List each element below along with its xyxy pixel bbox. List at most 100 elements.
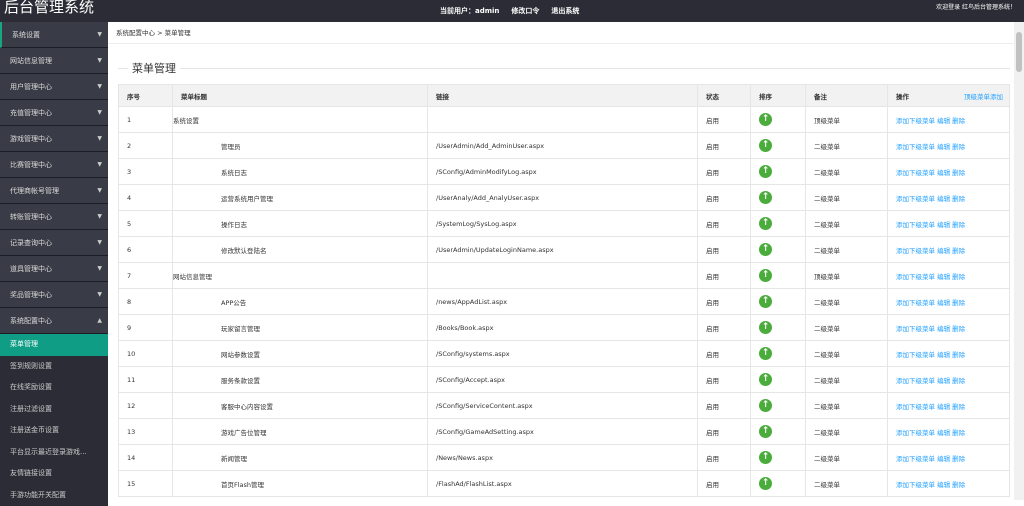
delete-link[interactable]: 删除 xyxy=(952,325,965,333)
add-child-link[interactable]: 添加下级菜单 xyxy=(896,143,935,151)
sidebar-item[interactable]: 系统设置▼ xyxy=(0,22,108,48)
sidebar-item[interactable]: 记录查询中心▼ xyxy=(0,230,108,256)
sidebar-subitem[interactable]: 在线奖励设置 xyxy=(0,377,108,399)
edit-link[interactable]: 编辑 xyxy=(937,455,950,463)
delete-link[interactable]: 删除 xyxy=(952,351,965,359)
delete-link[interactable]: 删除 xyxy=(952,117,965,125)
sidebar-subitem[interactable]: 友情链接设置 xyxy=(0,463,108,485)
delete-link[interactable]: 删除 xyxy=(952,195,965,203)
delete-link[interactable]: 删除 xyxy=(952,247,965,255)
row-no: 9 xyxy=(119,315,173,341)
edit-link[interactable]: 编辑 xyxy=(937,221,950,229)
sort-up-icon[interactable]: ↑ xyxy=(759,139,772,152)
table-row: 3 系统日志 /SConfig/AdminModifyLog.aspx 启用 ↑… xyxy=(119,159,1010,185)
sort-up-icon[interactable]: ↑ xyxy=(759,243,772,256)
add-child-link[interactable]: 添加下级菜单 xyxy=(896,377,935,385)
row-link: /SConfig/ServiceContent.aspx xyxy=(428,393,698,419)
edit-link[interactable]: 编辑 xyxy=(937,325,950,333)
sort-up-icon[interactable]: ↑ xyxy=(759,165,772,178)
add-child-link[interactable]: 添加下级菜单 xyxy=(896,221,935,229)
table-row: 13 游戏广告位管理 /SConfig/GameAdSetting.aspx 启… xyxy=(119,419,1010,445)
add-child-link[interactable]: 添加下级菜单 xyxy=(896,429,935,437)
scrollbar[interactable] xyxy=(1014,22,1024,500)
add-child-link[interactable]: 添加下级菜单 xyxy=(896,247,935,255)
sidebar-item[interactable]: 用户管理中心▼ xyxy=(0,74,108,100)
sort-up-icon[interactable]: ↑ xyxy=(759,269,772,282)
row-no: 8 xyxy=(119,289,173,315)
edit-link[interactable]: 编辑 xyxy=(937,169,950,177)
sidebar-subitem[interactable]: 签到规则设置 xyxy=(0,356,108,378)
add-child-link[interactable]: 添加下级菜单 xyxy=(896,403,935,411)
sort-up-icon[interactable]: ↑ xyxy=(759,295,772,308)
top-header: 后台管理系统 当前用户：admin 修改口令 退出系统 欢迎登录 红鸟后台管理系… xyxy=(0,0,1024,22)
sort-up-icon[interactable]: ↑ xyxy=(759,191,772,204)
edit-link[interactable]: 编辑 xyxy=(937,403,950,411)
add-child-link[interactable]: 添加下级菜单 xyxy=(896,481,935,489)
edit-link[interactable]: 编辑 xyxy=(937,377,950,385)
sidebar-subitem[interactable]: 注册送金币设置 xyxy=(0,420,108,442)
delete-link[interactable]: 删除 xyxy=(952,455,965,463)
edit-link[interactable]: 编辑 xyxy=(937,351,950,359)
delete-link[interactable]: 删除 xyxy=(952,143,965,151)
sort-up-icon[interactable]: ↑ xyxy=(759,451,772,464)
row-status: 启用 xyxy=(698,107,751,133)
sort-up-icon[interactable]: ↑ xyxy=(759,477,772,490)
sidebar-item[interactable]: 道具管理中心▼ xyxy=(0,256,108,282)
sort-up-icon[interactable]: ↑ xyxy=(759,425,772,438)
sidebar-item[interactable]: 比赛管理中心▼ xyxy=(0,152,108,178)
delete-link[interactable]: 删除 xyxy=(952,299,965,307)
caret-down-icon: ▼ xyxy=(97,126,102,152)
delete-link[interactable]: 删除 xyxy=(952,273,965,281)
sort-up-icon[interactable]: ↑ xyxy=(759,347,772,360)
edit-link[interactable]: 编辑 xyxy=(937,195,950,203)
sidebar-subitem[interactable]: 平台显示最近登录游戏... xyxy=(0,442,108,464)
delete-link[interactable]: 删除 xyxy=(952,169,965,177)
row-status: 启用 xyxy=(698,133,751,159)
row-status: 启用 xyxy=(698,211,751,237)
sidebar-item[interactable]: 游戏管理中心▼ xyxy=(0,126,108,152)
add-child-link[interactable]: 添加下级菜单 xyxy=(896,195,935,203)
add-child-link[interactable]: 添加下级菜单 xyxy=(896,325,935,333)
add-child-link[interactable]: 添加下级菜单 xyxy=(896,455,935,463)
delete-link[interactable]: 删除 xyxy=(952,403,965,411)
sidebar-item[interactable]: 代理商帐号管理▼ xyxy=(0,178,108,204)
scrollbar-thumb[interactable] xyxy=(1016,32,1022,72)
add-child-link[interactable]: 添加下级菜单 xyxy=(896,299,935,307)
change-password-link[interactable]: 修改口令 xyxy=(511,6,539,16)
logout-link[interactable]: 退出系统 xyxy=(551,6,579,16)
sidebar-item[interactable]: 系统配置中心▲ xyxy=(0,308,108,334)
sidebar-item[interactable]: 网站信息管理▼ xyxy=(0,48,108,74)
top-menu-add-link[interactable]: 顶级菜单添加 xyxy=(964,91,1003,101)
edit-link[interactable]: 编辑 xyxy=(937,429,950,437)
edit-link[interactable]: 编辑 xyxy=(937,481,950,489)
sidebar-item[interactable]: 充值管理中心▼ xyxy=(0,100,108,126)
col-link: 链接 xyxy=(428,85,698,107)
edit-link[interactable]: 编辑 xyxy=(937,117,950,125)
sort-up-icon[interactable]: ↑ xyxy=(759,217,772,230)
sidebar-item[interactable]: 奖品管理中心▼ xyxy=(0,282,108,308)
delete-link[interactable]: 删除 xyxy=(952,481,965,489)
delete-link[interactable]: 删除 xyxy=(952,377,965,385)
sidebar-subitem[interactable]: 注册过滤设置 xyxy=(0,399,108,421)
row-note: 二级菜单 xyxy=(806,471,888,497)
sort-up-icon[interactable]: ↑ xyxy=(759,321,772,334)
edit-link[interactable]: 编辑 xyxy=(937,299,950,307)
caret-down-icon: ▼ xyxy=(97,74,102,100)
add-child-link[interactable]: 添加下级菜单 xyxy=(896,273,935,281)
sort-up-icon[interactable]: ↑ xyxy=(759,399,772,412)
add-child-link[interactable]: 添加下级菜单 xyxy=(896,169,935,177)
edit-link[interactable]: 编辑 xyxy=(937,273,950,281)
sort-up-icon[interactable]: ↑ xyxy=(759,373,772,386)
row-note: 二级菜单 xyxy=(806,367,888,393)
sidebar-subitem[interactable]: 手游功能开关配置 xyxy=(0,485,108,506)
delete-link[interactable]: 删除 xyxy=(952,429,965,437)
sidebar-item-label: 道具管理中心 xyxy=(10,265,52,273)
sort-up-icon[interactable]: ↑ xyxy=(759,113,772,126)
add-child-link[interactable]: 添加下级菜单 xyxy=(896,117,935,125)
add-child-link[interactable]: 添加下级菜单 xyxy=(896,351,935,359)
sidebar-subitem[interactable]: 菜单管理 xyxy=(0,334,108,356)
edit-link[interactable]: 编辑 xyxy=(937,143,950,151)
delete-link[interactable]: 删除 xyxy=(952,221,965,229)
sidebar-item[interactable]: 转账管理中心▼ xyxy=(0,204,108,230)
edit-link[interactable]: 编辑 xyxy=(937,247,950,255)
